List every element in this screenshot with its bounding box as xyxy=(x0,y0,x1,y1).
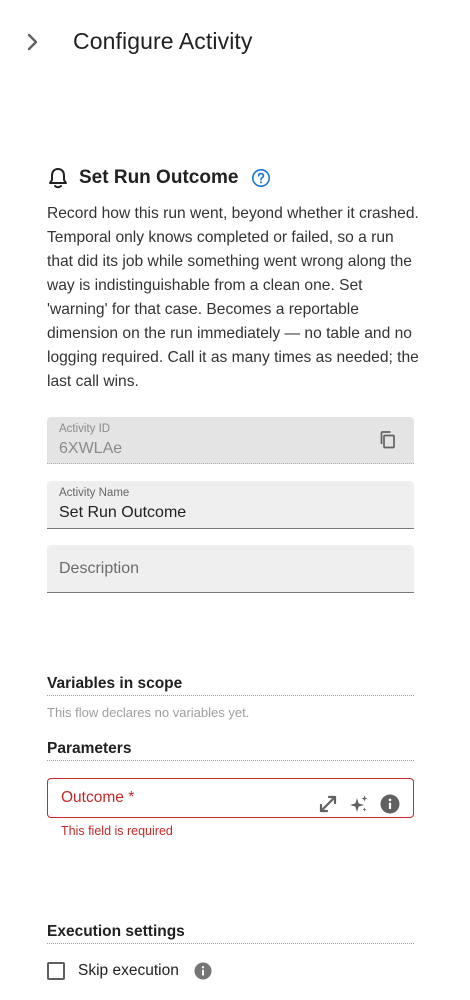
activity-name-value[interactable]: Set Run Outcome xyxy=(59,504,186,522)
activity-name-field[interactable]: Activity Name Set Run Outcome xyxy=(47,481,414,529)
outcome-field[interactable]: Outcome * xyxy=(47,778,414,818)
activity-description: Record how this run went, beyond whether… xyxy=(47,205,419,390)
execution-settings-heading: Execution settings xyxy=(47,923,414,944)
copy-icon[interactable] xyxy=(378,430,398,450)
page-title: Configure Activity xyxy=(73,28,253,54)
description-field[interactable]: Description xyxy=(47,545,414,593)
activity-heading: Set Run Outcome xyxy=(47,164,271,192)
chevron-right-icon[interactable] xyxy=(22,30,44,54)
bell-icon xyxy=(47,166,69,190)
outcome-error: This field is required xyxy=(61,824,173,838)
sparkle-icon[interactable] xyxy=(349,794,369,814)
expand-icon[interactable] xyxy=(318,794,338,814)
activity-title: Set Run Outcome xyxy=(79,167,239,188)
outcome-actions xyxy=(318,794,400,814)
skip-execution-row: Skip execution xyxy=(47,962,212,980)
description-placeholder: Description xyxy=(59,560,140,577)
outcome-label: Outcome * xyxy=(61,789,135,806)
activity-id-label: Activity ID xyxy=(59,423,111,435)
info-icon[interactable] xyxy=(380,794,400,814)
variables-heading: Variables in scope xyxy=(47,675,414,696)
skip-execution-label[interactable]: Skip execution xyxy=(78,962,179,980)
parameters-heading: Parameters xyxy=(47,740,414,761)
help-circle-icon[interactable] xyxy=(251,168,271,188)
skip-execution-checkbox[interactable] xyxy=(47,962,65,980)
variables-empty-text: This flow declares no variables yet. xyxy=(47,705,250,720)
info-icon[interactable] xyxy=(194,962,212,980)
activity-name-label: Activity Name xyxy=(59,487,130,499)
activity-id-value: 6XWLAe xyxy=(59,440,123,457)
activity-id-field: Activity ID 6XWLAe xyxy=(47,417,414,464)
